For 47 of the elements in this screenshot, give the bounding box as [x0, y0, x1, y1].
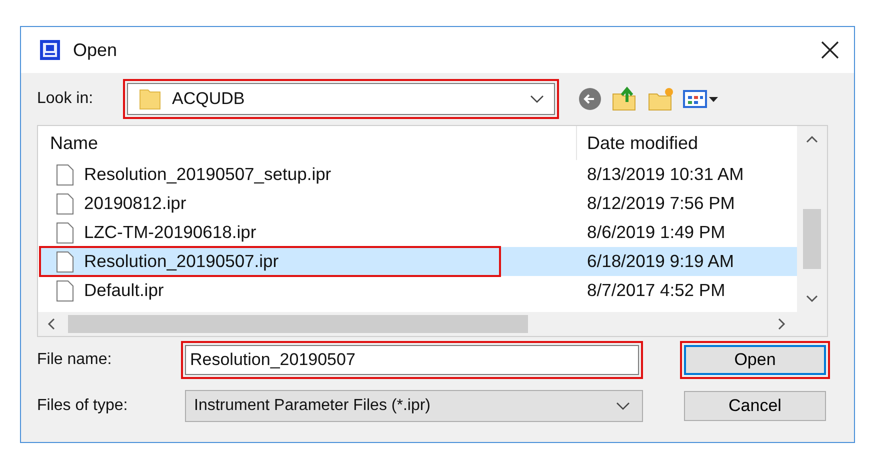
file-icon — [56, 222, 74, 244]
close-icon[interactable] — [820, 40, 840, 60]
file-row[interactable]: Resolution_20190507.ipr 6/18/2019 9:19 AM — [40, 247, 797, 276]
file-row[interactable]: 20190812.ipr 8/12/2019 7:56 PM — [40, 189, 797, 218]
file-name: LZC-TM-20190618.ipr — [84, 222, 256, 243]
look-in-label: Look in: — [37, 90, 94, 108]
window-title: Open — [73, 40, 118, 60]
file-name: Resolution_20190507.ipr — [84, 251, 279, 272]
file-date: 8/6/2019 1:49 PM — [586, 222, 726, 243]
file-row[interactable]: LZC-TM-20190618.ipr 8/6/2019 1:49 PM — [40, 218, 797, 247]
scrollbar-thumb[interactable] — [68, 315, 528, 333]
file-name-field[interactable]: Resolution_20190507 — [185, 345, 639, 375]
file-type-label: Files of type: — [37, 397, 129, 415]
scrollbar-thumb[interactable] — [803, 209, 821, 269]
file-row[interactable]: Resolution_20190507_setup.ipr 8/13/2019 10:31 AM — [40, 160, 797, 189]
app-icon — [39, 39, 61, 61]
file-name: Resolution_20190507_setup.ipr — [84, 164, 332, 185]
file-name: Default.ipr — [84, 280, 164, 301]
file-date: 8/7/2017 4:52 PM — [586, 280, 726, 301]
look-in-dropdown[interactable]: ACQUDB — [127, 83, 555, 115]
horizontal-scrollbar[interactable] — [38, 312, 827, 336]
file-icon — [56, 280, 74, 302]
cancel-button[interactable]: Cancel — [684, 391, 826, 421]
vertical-scrollbar[interactable] — [797, 126, 827, 312]
open-button[interactable]: Open — [684, 345, 826, 375]
folder-icon — [138, 87, 162, 111]
back-icon[interactable] — [577, 86, 603, 112]
chevron-up-icon[interactable] — [805, 134, 819, 144]
chevron-down-icon — [530, 95, 544, 103]
file-name: 20190812.ipr — [84, 193, 186, 214]
file-date: 6/18/2019 9:19 AM — [586, 251, 734, 272]
chevron-left-icon[interactable] — [46, 317, 56, 331]
view-menu-icon[interactable] — [683, 88, 719, 110]
file-icon — [56, 164, 74, 186]
file-icon — [56, 250, 74, 272]
file-date: 8/13/2019 10:31 AM — [586, 164, 744, 185]
column-header[interactable]: Date modified — [576, 126, 698, 160]
chevron-right-icon[interactable] — [777, 317, 787, 331]
file-icon — [56, 192, 74, 214]
file-row[interactable]: Default.ipr 8/7/2017 4:52 PM — [40, 276, 797, 305]
column-header[interactable]: Name — [40, 132, 576, 154]
file-type-dropdown[interactable]: Instrument Parameter Files (*.ipr) — [185, 390, 643, 422]
chevron-down-icon[interactable] — [805, 294, 819, 304]
chevron-down-icon — [616, 402, 630, 410]
file-date: 8/12/2019 7:56 PM — [586, 193, 735, 214]
file-name-label: File name: — [37, 351, 113, 369]
look-in-value: ACQUDB — [172, 89, 246, 109]
